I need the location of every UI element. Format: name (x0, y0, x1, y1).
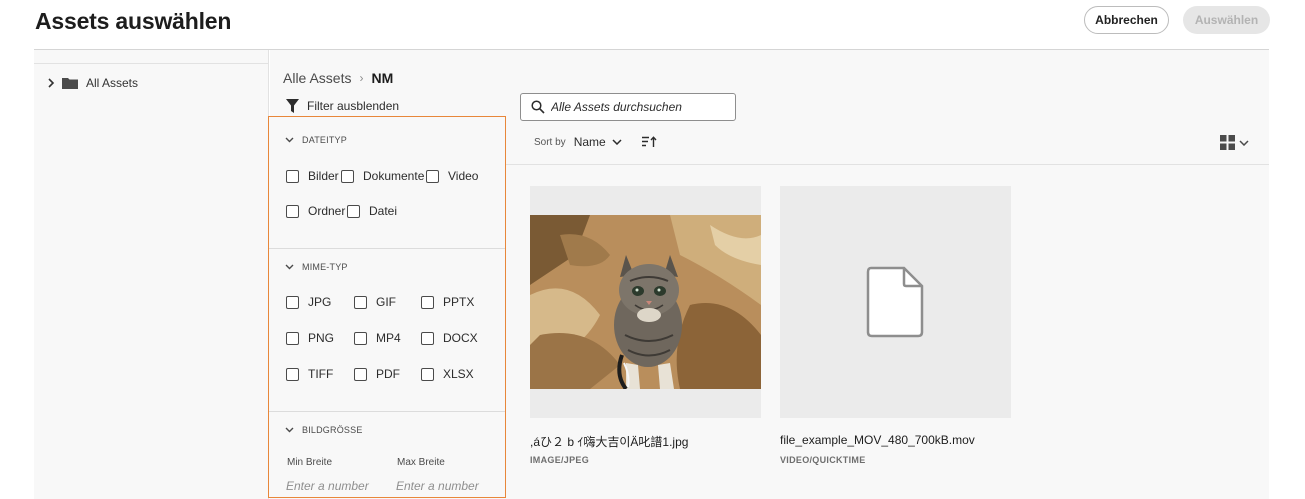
checkbox-box[interactable] (286, 204, 299, 218)
max-width-input[interactable] (396, 479, 486, 493)
chevron-down-icon[interactable] (1239, 139, 1249, 146)
asset-name: ,áひ２ b ｲ嗨大吉이Ä叱譜1.jpg (530, 435, 689, 449)
search-icon (531, 100, 545, 114)
checkbox-label: Datei (369, 204, 398, 218)
checkbox-pptx[interactable]: PPTX (421, 295, 474, 309)
checkbox-box[interactable] (426, 169, 439, 183)
checkbox-label: TIFF (308, 367, 334, 381)
chevron-down-icon (285, 137, 294, 143)
asset-mime-type: VIDEO/QUICKTIME (780, 455, 866, 465)
section-divider (269, 411, 505, 412)
checkbox-label: JPG (308, 295, 332, 309)
tree-item-all-assets[interactable]: All Assets (46, 76, 138, 90)
min-width-input[interactable] (286, 479, 376, 493)
sort-field-picker[interactable]: Name (574, 135, 606, 149)
sort-order-icon[interactable] (641, 136, 658, 148)
section-title: MIME-TYP (302, 262, 348, 272)
breadcrumb: Alle Assets › NM (283, 70, 393, 86)
page-title: Assets auswählen (35, 8, 232, 34)
checkbox-jpg[interactable]: JPG (286, 295, 331, 309)
filter-section-image-size[interactable]: BILDGRÖSSE (285, 425, 363, 435)
checkbox-label: Bilder (308, 169, 339, 183)
checkbox-label: PNG (308, 331, 335, 345)
filter-section-mime-type[interactable]: MIME-TYP (285, 262, 348, 272)
section-title: BILDGRÖSSE (302, 425, 363, 435)
checkbox-label: Video (448, 169, 479, 183)
checkbox-label: XLSX (443, 367, 474, 381)
breadcrumb-separator: › (359, 71, 364, 85)
checkbox-dokumente[interactable]: Dokumente (341, 169, 424, 183)
checkbox-label: PPTX (443, 295, 475, 309)
checkbox-box[interactable] (421, 367, 434, 381)
section-divider (269, 248, 505, 249)
folder-tree-panel: All Assets (34, 50, 269, 499)
chevron-down-icon (285, 264, 294, 270)
dialog-header: Assets auswählen Abbrechen Auswählen (0, 0, 1305, 50)
checkbox-png[interactable]: PNG (286, 331, 334, 345)
chevron-right-icon[interactable] (46, 77, 56, 89)
chevron-down-icon (285, 427, 294, 433)
checkbox-box[interactable] (421, 331, 434, 345)
select-button[interactable]: Auswählen (1183, 6, 1270, 34)
checkbox-box[interactable] (286, 331, 299, 345)
breadcrumb-current: NM (371, 70, 394, 86)
checkbox-box[interactable] (286, 367, 299, 381)
breadcrumb-root[interactable]: Alle Assets (283, 70, 351, 86)
filter-panel: DATEITYP Bilder Dokumente Video Ordner D… (268, 116, 506, 498)
asset-name: file_example_MOV_480_700kB.mov (780, 433, 975, 447)
view-switcher[interactable] (1220, 135, 1249, 150)
min-width-label: Min Breite (287, 457, 333, 468)
checkbox-label: DOCX (443, 331, 478, 345)
search-field[interactable] (520, 93, 736, 121)
filter-icon (286, 99, 299, 113)
kitten-photo (530, 215, 761, 389)
sort-bar: Sort by Name (534, 135, 658, 149)
asset-mime-type: IMAGE/JPEG (530, 455, 590, 465)
chevron-down-icon[interactable] (612, 139, 622, 145)
file-icon (866, 266, 924, 338)
checkbox-label: Dokumente (363, 169, 425, 183)
checkbox-label: PDF (376, 367, 400, 381)
checkbox-label: Ordner (308, 204, 346, 218)
tree-divider (34, 63, 269, 64)
folder-icon (62, 78, 78, 89)
checkbox-label: GIF (376, 295, 396, 309)
checkbox-docx[interactable]: DOCX (421, 331, 478, 345)
checkbox-ordner[interactable]: Ordner (286, 204, 345, 218)
section-title: DATEITYP (302, 135, 347, 145)
checkbox-pdf[interactable]: PDF (354, 367, 400, 381)
checkbox-box[interactable] (354, 295, 367, 309)
filter-toggle-label: Filter ausblenden (307, 99, 400, 113)
search-input[interactable] (551, 100, 721, 114)
asset-thumbnail[interactable] (780, 186, 1011, 418)
checkbox-box[interactable] (286, 295, 299, 309)
checkbox-box[interactable] (286, 169, 299, 183)
tree-item-label: All Assets (86, 76, 139, 90)
grid-view-icon[interactable] (1220, 135, 1235, 150)
asset-card[interactable]: file_example_MOV_480_700kB.mov VIDEO/QUI… (780, 186, 1011, 476)
checkbox-box[interactable] (341, 169, 354, 183)
checkbox-box[interactable] (347, 204, 360, 218)
sort-label: Sort by (534, 136, 566, 148)
filter-toggle-button[interactable]: Filter ausblenden (286, 99, 399, 113)
checkbox-video[interactable]: Video (426, 169, 478, 183)
asset-card[interactable]: ,áひ２ b ｲ嗨大吉이Ä叱譜1.jpg IMAGE/JPEG (530, 186, 761, 476)
checkbox-box[interactable] (354, 367, 367, 381)
checkbox-tiff[interactable]: TIFF (286, 367, 333, 381)
checkbox-xlsx[interactable]: XLSX (421, 367, 474, 381)
max-width-label: Max Breite (397, 457, 445, 468)
checkbox-datei[interactable]: Datei (347, 204, 397, 218)
checkbox-bilder[interactable]: Bilder (286, 169, 339, 183)
asset-thumbnail[interactable] (530, 186, 761, 418)
checkbox-gif[interactable]: GIF (354, 295, 396, 309)
checkbox-box[interactable] (421, 295, 434, 309)
checkbox-mp4[interactable]: MP4 (354, 331, 401, 345)
cancel-button[interactable]: Abbrechen (1084, 6, 1169, 34)
checkbox-label: MP4 (376, 331, 401, 345)
content-divider (506, 164, 1269, 165)
filter-section-file-type[interactable]: DATEITYP (285, 135, 347, 145)
checkbox-box[interactable] (354, 331, 367, 345)
